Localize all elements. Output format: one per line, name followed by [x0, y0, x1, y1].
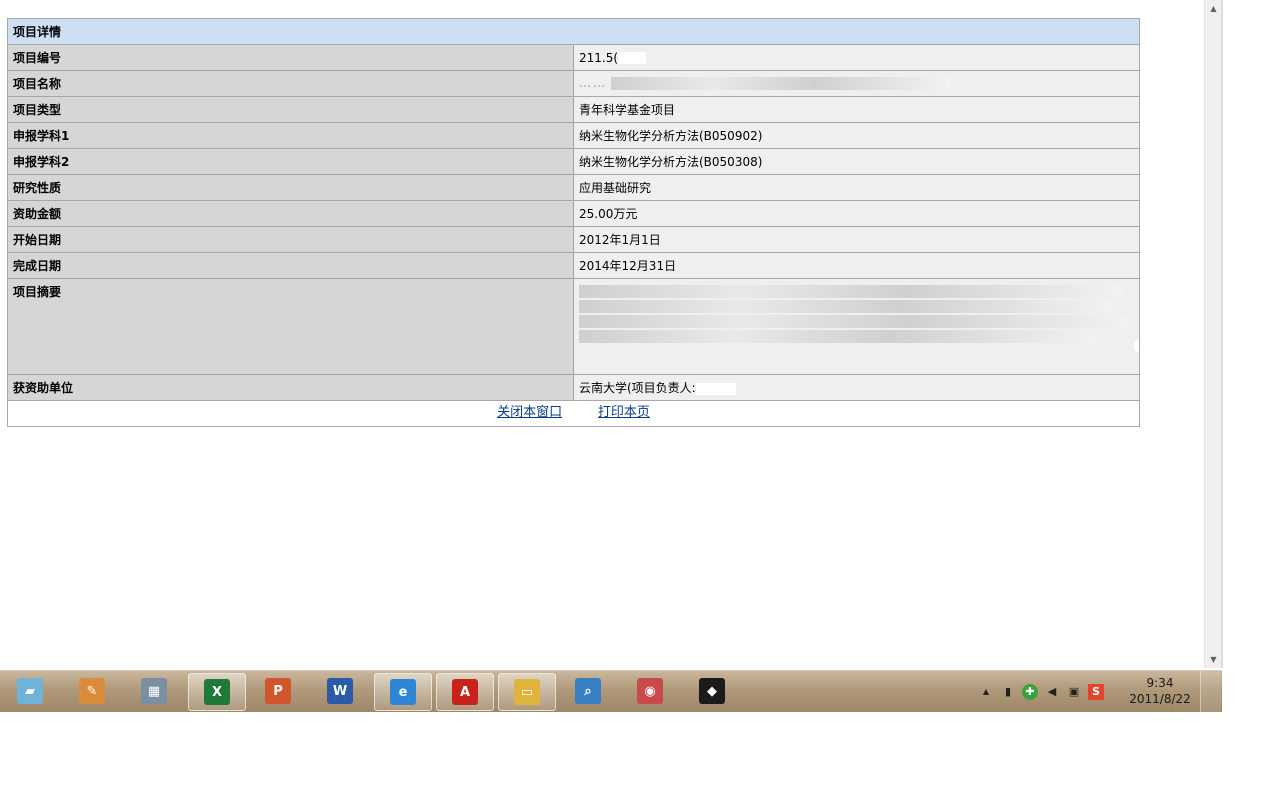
row-value: 2014年12月31日 — [573, 252, 1140, 279]
table-row-abstract: 项目摘要 — [7, 278, 1140, 375]
table-row: 开始日期 2012年1月1日 — [7, 226, 1140, 253]
row-label: 资助金额 — [7, 200, 574, 227]
abstract-redacted — [573, 278, 1140, 375]
clock-date: 2011/8/22 — [1129, 692, 1191, 706]
row-label: 申报学科1 — [7, 122, 574, 149]
taskbar-button[interactable]: ▰ — [2, 673, 58, 709]
taskbar-button[interactable]: W — [312, 673, 368, 709]
taskbar-button[interactable]: ✎ — [64, 673, 120, 709]
project-detail-table: 项目详情 项目编号 211.5( 项目名称 …… 项目类型 青年科学基金项目 申… — [7, 18, 1140, 401]
desktop-notes-icon: ▰ — [17, 678, 43, 704]
table-row: 研究性质 应用基础研究 — [7, 174, 1140, 201]
action-bar: 关闭本窗口 打印本页 — [7, 398, 1140, 427]
redacted-text: …… — [579, 76, 607, 90]
taskbar-button[interactable]: ▭ — [498, 673, 556, 711]
browser-content: 项目详情 项目编号 211.5( 项目名称 …… 项目类型 青年科学基金项目 申… — [0, 0, 1204, 668]
table-row: 申报学科2 纳米生物化学分析方法(B050308) — [7, 148, 1140, 175]
row-value: 纳米生物化学分析方法(B050902) — [573, 122, 1140, 149]
word-icon: W — [327, 678, 353, 704]
taskbar-button[interactable]: ◆ — [684, 673, 740, 709]
table-row: 项目编号 211.5( — [7, 44, 1140, 71]
usb-icon[interactable]: ▮ — [1000, 684, 1016, 700]
chevron-up-icon[interactable]: ▲ — [978, 684, 994, 700]
print-page-link[interactable]: 打印本页 — [598, 405, 650, 420]
row-label: 申报学科2 — [7, 148, 574, 175]
taskbar-button[interactable]: ▦ — [126, 673, 182, 709]
taskbar-button[interactable]: e — [374, 673, 432, 711]
paint-icon: ✎ — [79, 678, 105, 704]
row-value: 211.5( — [573, 44, 1140, 71]
row-value: 纳米生物化学分析方法(B050308) — [573, 148, 1140, 175]
add-icon[interactable]: ✚ — [1022, 683, 1038, 700]
taskbar: ▰ ✎ ▦ X P We A ▭ ⌕ ◉ ◆ ▲ ▮ ✚ ◀ ▣ S 9:34 2011/8/22 — [0, 670, 1222, 712]
table-row: 资助金额 25.00万元 — [7, 200, 1140, 227]
table-row: 完成日期 2014年12月31日 — [7, 252, 1140, 279]
row-value: 25.00万元 — [573, 200, 1140, 227]
table-row: 获资助单位 云南大学(项目负责人: — [7, 374, 1140, 401]
scroll-up-arrow-icon[interactable]: ▲ — [1205, 0, 1222, 17]
row-label: 项目名称 — [7, 70, 574, 97]
calculator-icon: ▦ — [141, 678, 167, 704]
app-dark-icon: ◆ — [699, 678, 725, 704]
table-row: 申报学科1 纳米生物化学分析方法(B050902) — [7, 122, 1140, 149]
volume-icon[interactable]: ◀ — [1044, 684, 1060, 700]
row-label: 研究性质 — [7, 174, 574, 201]
search-magnifier-icon: ⌕ — [575, 678, 601, 704]
table-header-row: 项目详情 — [7, 18, 1140, 45]
row-value: 云南大学(项目负责人: — [573, 374, 1140, 401]
table-row: 项目名称 …… — [7, 70, 1140, 97]
row-value: 应用基础研究 — [573, 174, 1140, 201]
taskbar-button[interactable]: ⌕ — [560, 673, 616, 709]
excel-icon: X — [204, 679, 230, 705]
row-label: 项目摘要 — [7, 278, 574, 375]
scroll-down-arrow-icon[interactable]: ▼ — [1205, 651, 1222, 668]
row-value: 青年科学基金项目 — [573, 96, 1140, 123]
clock[interactable]: 9:34 2011/8/22 — [1124, 675, 1196, 707]
powerpoint-icon: P — [265, 678, 291, 704]
system-tray: ▲ ▮ ✚ ◀ ▣ S — [978, 671, 1104, 712]
media-player-icon: ◉ — [637, 678, 663, 704]
close-window-link[interactable]: 关闭本窗口 — [497, 405, 562, 420]
taskbar-button[interactable]: X — [188, 673, 246, 711]
internet-explorer-icon: e — [390, 679, 416, 705]
row-label: 开始日期 — [7, 226, 574, 253]
table-row: 项目类型 青年科学基金项目 — [7, 96, 1140, 123]
network-icon[interactable]: ▣ — [1066, 684, 1082, 700]
row-label: 完成日期 — [7, 252, 574, 279]
taskbar-button[interactable]: ◉ — [622, 673, 678, 709]
row-label: 项目编号 — [7, 44, 574, 71]
show-desktop-button[interactable] — [1200, 671, 1221, 712]
window-edge — [1221, 0, 1223, 668]
file-explorer-icon: ▭ — [514, 679, 540, 705]
acrobat-icon: A — [452, 679, 478, 705]
row-value: 2012年1月1日 — [573, 226, 1140, 253]
row-label: 获资助单位 — [7, 374, 574, 401]
table-title: 项目详情 — [7, 18, 1140, 45]
row-label: 项目类型 — [7, 96, 574, 123]
clock-time: 9:34 — [1146, 676, 1174, 690]
sogou-ime-icon[interactable]: S — [1088, 683, 1104, 700]
taskbar-button[interactable]: A — [436, 673, 494, 711]
taskbar-button[interactable]: P — [250, 673, 306, 709]
row-value-redacted: …… — [573, 70, 1140, 97]
vertical-scrollbar[interactable]: ▲ ▼ — [1204, 0, 1222, 668]
